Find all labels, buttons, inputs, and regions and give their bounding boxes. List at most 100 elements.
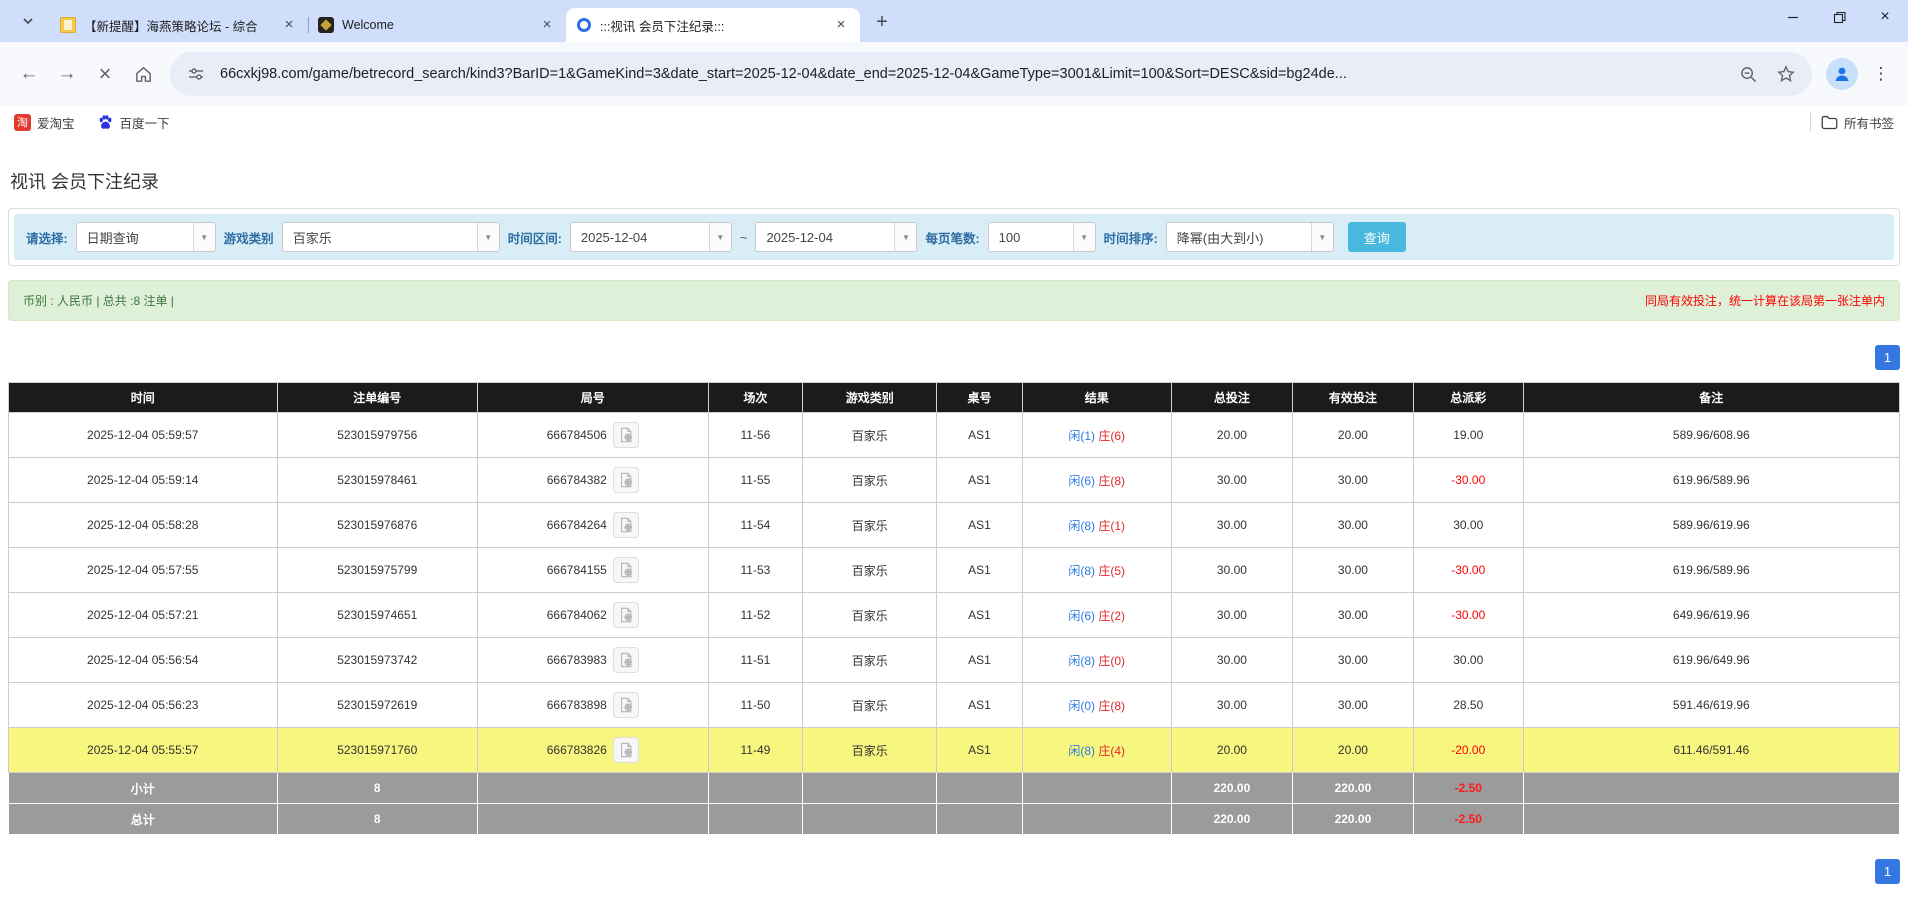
date-end-value: 2025-12-04 — [766, 229, 833, 245]
tab-forum[interactable]: 【新提醒】海燕策略论坛 - 综合 × — [50, 8, 308, 42]
total-bet-link[interactable]: 30.00 — [1170, 457, 1293, 503]
profile-avatar[interactable] — [1826, 58, 1858, 90]
valid-bet-notice-text: 同局有效投注，统一计算在该局第一张注单内 — [1644, 294, 1885, 308]
table-row: 2025-12-04 05:59:14 523015978461 6667843… — [8, 457, 1901, 503]
game-type-select[interactable]: 百家乐 ▼ — [281, 222, 500, 252]
per-page-select[interactable]: 100 ▼ — [987, 222, 1096, 252]
column-header: 时间 — [8, 382, 278, 413]
bookmark-baidu[interactable]: 百度一下 — [97, 113, 170, 132]
window-minimize-button[interactable] — [1770, 0, 1816, 34]
column-header: 有效投注 — [1291, 382, 1414, 413]
round-id-cell: 666784062 — [476, 592, 709, 638]
forward-button-icon[interactable]: → — [50, 57, 84, 91]
round-id-text: 666784155 — [546, 563, 607, 577]
back-button-icon[interactable]: ← — [12, 57, 46, 91]
bookmark-aitaobao[interactable]: 淘 爱淘宝 — [14, 113, 75, 132]
pagination-bottom: 1 — [8, 859, 1900, 884]
welcome-favicon-icon — [318, 17, 334, 33]
subtotal-label: 小计 — [8, 772, 278, 804]
replay-video-icon[interactable] — [612, 647, 639, 673]
subtotal-payout: -2.50 — [1412, 772, 1524, 804]
tab-bet-record-active[interactable]: :::视讯 会员下注纪录::: × — [566, 8, 860, 42]
table-number-cell: AS1 — [936, 592, 1023, 638]
subtotal-row: 小计 8 220.00 220.00 -2.50 — [8, 772, 1901, 804]
total-bet-link[interactable]: 20.00 — [1170, 727, 1293, 773]
site-info-tune-icon[interactable] — [182, 60, 210, 88]
stop-loading-icon[interactable]: × — [88, 57, 122, 91]
game-type-cell: 百家乐 — [802, 502, 938, 548]
round-id-text: 666784506 — [546, 428, 607, 442]
valid-bet-cell: 30.00 — [1291, 682, 1414, 728]
chevron-down-icon: ▼ — [476, 223, 499, 251]
page-content: 视讯 会员下注纪录 请选择: 日期查询 ▼ 游戏类别 百家乐 ▼ 时间区间: 2… — [0, 168, 1908, 884]
bookmark-star-icon[interactable] — [1772, 60, 1800, 88]
zoom-out-icon[interactable] — [1734, 60, 1762, 88]
column-header: 总投注 — [1170, 382, 1293, 413]
bet-id-cell: 523015978461 — [276, 457, 478, 503]
query-type-value: 日期查询 — [86, 230, 139, 246]
all-bookmarks-label: 所有书签 — [1843, 116, 1894, 131]
home-button-icon[interactable] — [126, 57, 160, 91]
per-page-label: 每页笔数: — [925, 231, 980, 246]
query-type-select[interactable]: 日期查询 ▼ — [75, 222, 216, 252]
chevron-down-icon: ▼ — [1310, 223, 1333, 251]
total-bet-link[interactable]: 30.00 — [1170, 592, 1293, 638]
pagination-top: 1 — [8, 345, 1900, 370]
tab-close-icon[interactable]: × — [538, 16, 556, 34]
replay-video-icon[interactable] — [612, 737, 639, 763]
valid-bet-cell: 30.00 — [1291, 547, 1414, 593]
tab-close-icon[interactable]: × — [280, 16, 298, 34]
window-controls: × — [1770, 0, 1908, 34]
total-bet-link[interactable]: 30.00 — [1170, 637, 1293, 683]
replay-video-icon[interactable] — [612, 512, 639, 538]
game-type-cell: 百家乐 — [802, 547, 938, 593]
sort-label: 时间排序: — [1103, 231, 1158, 246]
tab-search-chevron-icon[interactable] — [14, 7, 42, 35]
column-header: 桌号 — [936, 382, 1023, 413]
game-type-cell: 百家乐 — [802, 592, 938, 638]
table-number-cell: AS1 — [936, 547, 1023, 593]
search-button[interactable]: 查询 — [1347, 222, 1406, 252]
tab-welcome[interactable]: Welcome × — [308, 8, 566, 42]
all-bookmarks-button[interactable]: 所有书签 — [1821, 113, 1894, 132]
valid-bet-cell: 30.00 — [1291, 637, 1414, 683]
page-number-button[interactable]: 1 — [1875, 859, 1900, 884]
game-type-value: 百家乐 — [292, 230, 332, 246]
bet-id-cell: 523015972619 — [276, 682, 478, 728]
replay-video-icon[interactable] — [612, 557, 639, 583]
table-header-row: 时间 注单编号 局号 场次 游戏类别 桌号 结果 总投注 有效投注 总派彩 备注 — [8, 382, 1901, 413]
total-bet-link[interactable]: 20.00 — [1170, 412, 1293, 458]
session-cell: 11-50 — [707, 682, 804, 728]
sort-select[interactable]: 降幂(由大到小) ▼ — [1165, 222, 1334, 252]
table-number-cell: AS1 — [936, 682, 1023, 728]
browser-menu-icon[interactable]: ⋮ — [1866, 59, 1896, 89]
chevron-down-icon: ▼ — [894, 223, 917, 251]
page-number-button[interactable]: 1 — [1875, 345, 1900, 370]
total-payout: -2.50 — [1412, 803, 1524, 835]
note-cell: 589.96/608.96 — [1522, 412, 1901, 458]
result-cell: 闲(6) 庄(8) — [1021, 457, 1172, 503]
window-close-button[interactable]: × — [1862, 0, 1908, 34]
total-bet-link[interactable]: 30.00 — [1170, 682, 1293, 728]
total-bet-link[interactable]: 30.00 — [1170, 502, 1293, 548]
replay-video-icon[interactable] — [612, 467, 639, 493]
column-header: 总派彩 — [1412, 382, 1524, 413]
window-restore-button[interactable] — [1816, 0, 1862, 34]
date-end-select[interactable]: 2025-12-04 ▼ — [755, 222, 918, 252]
total-bet-link[interactable]: 30.00 — [1170, 547, 1293, 593]
result-player: 闲(8) — [1068, 563, 1096, 578]
per-page-value: 100 — [998, 229, 1021, 245]
replay-video-icon[interactable] — [612, 422, 639, 448]
payout-cell: -30.00 — [1412, 547, 1524, 593]
note-cell: 589.96/619.96 — [1522, 502, 1901, 548]
url-text[interactable]: 66cxkj98.com/game/betrecord_search/kind3… — [220, 66, 1724, 82]
replay-video-icon[interactable] — [612, 602, 639, 628]
round-id-text: 666784062 — [546, 608, 607, 622]
tab-close-icon[interactable]: × — [832, 16, 850, 34]
date-range-label: 时间区间: — [507, 231, 562, 246]
new-tab-button[interactable]: + — [868, 8, 896, 36]
date-start-select[interactable]: 2025-12-04 ▼ — [569, 222, 732, 252]
replay-video-icon[interactable] — [612, 692, 639, 718]
note-cell: 619.96/589.96 — [1522, 457, 1901, 503]
address-bar[interactable]: 66cxkj98.com/game/betrecord_search/kind3… — [170, 52, 1812, 96]
